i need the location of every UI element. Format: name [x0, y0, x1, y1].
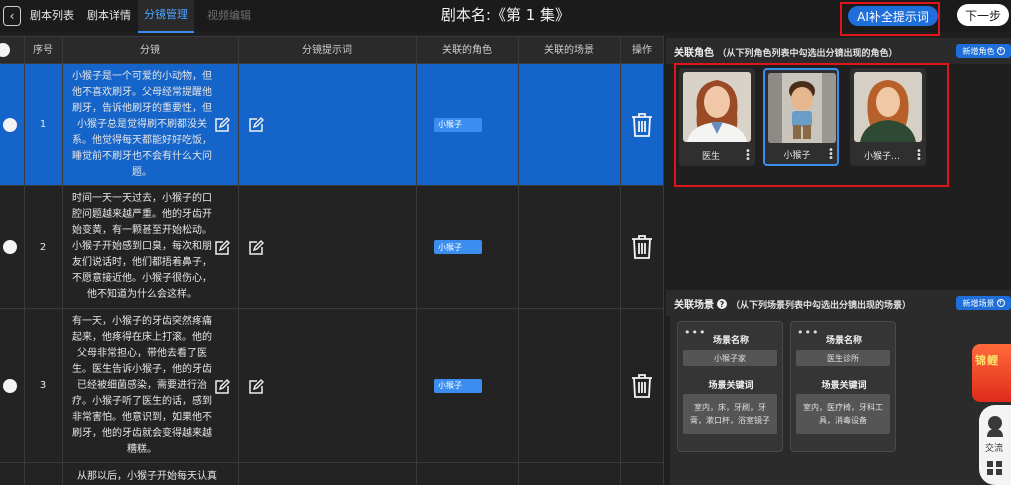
chat-float[interactable]: 交流: [979, 405, 1011, 485]
tab-script-list[interactable]: 剧本列表: [30, 0, 74, 32]
role-avatar: [768, 73, 836, 143]
scene-keyword-label: 场景关键词: [708, 381, 754, 391]
role-tag[interactable]: 小猴子: [434, 117, 482, 132]
chat-label: 交流: [985, 444, 1004, 454]
highlight-outline: [840, 2, 940, 36]
scene-name-field[interactable]: 小猴子家: [683, 350, 777, 366]
plus-icon: +: [996, 47, 1005, 55]
column-header-scenes: 关联的场景: [544, 45, 594, 56]
nav-tabs: 剧本列表 剧本详情 分镜管理 视频编辑: [30, 0, 264, 33]
scenes-section-subtitle: （从下列场景列表中勾选出分镜出现的场景）: [730, 301, 911, 311]
row-select-radio[interactable]: [3, 378, 17, 393]
scene-card[interactable]: ••• 场景名称 医生诊所 场景关键词 室内，医疗椅，牙科工具，消毒设备: [790, 321, 896, 452]
table-header: 序号 分镜 分镜提示词 关联的角色 关联的场景 操作: [0, 36, 664, 64]
scene-name-label: 场景名称: [712, 336, 749, 346]
promo-text: 锦鲤: [975, 354, 999, 367]
role-name: 小猴子…: [863, 152, 900, 162]
add-scene-button[interactable]: 新增场景 +: [956, 296, 1011, 310]
edit-icon[interactable]: [214, 379, 230, 395]
more-vertical-icon[interactable]: • • •: [828, 146, 834, 164]
delete-icon[interactable]: [631, 112, 653, 137]
chevron-left-icon: ‹: [9, 9, 15, 23]
roles-section-header: 关联角色 （从下列角色列表中勾选出分镜出现的角色） 新增角色 +: [666, 38, 1011, 64]
edit-prompt-icon[interactable]: [248, 117, 264, 133]
edit-prompt-icon[interactable]: [248, 240, 264, 256]
row-select-radio[interactable]: [3, 240, 17, 254]
next-step-button[interactable]: 下一步: [957, 4, 1009, 26]
top-bar: ‹ 剧本列表 剧本详情 分镜管理 视频编辑 剧本名:《第 1 集》 AI补全提示…: [0, 0, 1011, 36]
role-name: 医生: [701, 152, 720, 162]
plus-icon: +: [996, 299, 1005, 307]
row-index: 1: [39, 119, 47, 130]
scenes-section-header: 关联场景 ? （从下列场景列表中勾选出分镜出现的场景） 新增场景 +: [666, 290, 1011, 316]
delete-icon[interactable]: [631, 373, 653, 398]
role-card-doctor[interactable]: 医生 • • •: [679, 68, 755, 166]
promo-badge[interactable]: 锦鲤: [972, 344, 1011, 402]
add-scene-label: 新增场景: [962, 298, 995, 308]
scene-name-field[interactable]: 医生诊所: [796, 350, 890, 366]
scene-text: 小猴子是一个可爱的小动物，但他不喜欢刷牙。父母经常提醒他刷牙，告诉他刷牙的重要性…: [72, 70, 212, 178]
role-tag[interactable]: 小猴子: [434, 240, 482, 254]
column-header-roles: 关联的角色: [442, 45, 492, 56]
column-header-scene: 分镜: [140, 45, 160, 56]
select-all-radio[interactable]: [0, 43, 10, 57]
tab-video-edit[interactable]: 视频编辑: [207, 0, 251, 32]
scenes-section-title: 关联场景: [674, 300, 714, 311]
more-vertical-icon[interactable]: • • •: [916, 147, 922, 165]
help-icon[interactable]: ?: [717, 299, 728, 309]
table-row[interactable]: 从那以后，小猴子开始每天认真: [0, 463, 664, 485]
chat-icon: [987, 416, 1003, 437]
tab-storyboard[interactable]: 分镜管理: [138, 0, 194, 33]
role-name: 小猴子: [783, 151, 811, 161]
edit-icon[interactable]: [214, 117, 230, 133]
column-header-actions: 操作: [632, 45, 652, 56]
role-avatar: [683, 72, 751, 142]
scene-keyword-label: 场景关键词: [821, 381, 867, 391]
storyboard-table: 序号 分镜 分镜提示词 关联的角色 关联的场景 操作 1 小猴子是一个可爱的小动…: [0, 36, 664, 485]
back-button[interactable]: ‹: [3, 6, 21, 26]
row-index: 3: [39, 380, 47, 391]
edit-prompt-icon[interactable]: [248, 379, 264, 395]
scene-keyword-field[interactable]: 室内，医疗椅，牙科工具，消毒设备: [796, 394, 890, 434]
edit-icon[interactable]: [214, 240, 230, 256]
roles-section-title: 关联角色: [674, 48, 714, 59]
grid-icon: [987, 461, 1002, 475]
column-header-prompt: 分镜提示词: [302, 45, 352, 56]
scene-card[interactable]: ••• 场景名称 小猴子家 场景关键词 室内，床，牙刷，牙膏，漱口杯，浴室镜子: [677, 321, 783, 452]
roles-section-subtitle: （从下列角色列表中勾选出分镜出现的角色）: [717, 49, 898, 59]
scene-keyword-field[interactable]: 室内，床，牙刷，牙膏，漱口杯，浴室镜子: [683, 394, 777, 434]
role-card-monkey[interactable]: 小猴子 • • •: [763, 68, 839, 166]
scene-text: 时间一天一天过去，小猴子的口腔问题越来越严重。他的牙齿开始变黄，有一颗甚至开始松…: [72, 193, 212, 300]
column-header-index: 序号: [33, 45, 53, 56]
table-row[interactable]: 3 有一天，小猴子的牙齿突然疼痛起来，他疼得在床上打滚。他的父母非常担心，带他去…: [0, 309, 664, 463]
table-row[interactable]: 2 时间一天一天过去，小猴子的口腔问题越来越严重。他的牙齿开始变黄，有一颗甚至开…: [0, 186, 664, 309]
scene-name-label: 场景名称: [825, 336, 862, 346]
role-avatar: [854, 72, 922, 142]
row-select-radio[interactable]: [3, 117, 17, 132]
role-tag[interactable]: 小猴子: [434, 378, 482, 393]
scene-text: 有一天，小猴子的牙齿突然疼痛起来，他疼得在床上打滚。他的父母非常担心，带他去看了…: [72, 315, 212, 455]
delete-icon[interactable]: [631, 235, 653, 259]
right-panel: 关联角色 （从下列角色列表中勾选出分镜出现的角色） 新增角色 + 医生 • • •: [666, 36, 1011, 485]
role-card-monkey-alt[interactable]: 小猴子… • • •: [850, 68, 926, 166]
scene-list: ••• 场景名称 小猴子家 场景关键词 室内，床，牙刷，牙膏，漱口杯，浴室镜子 …: [670, 316, 1011, 485]
scene-text: 从那以后，小猴子开始每天认真: [77, 471, 217, 482]
tab-script-detail[interactable]: 剧本详情: [87, 0, 131, 32]
row-index: 2: [39, 241, 47, 253]
add-role-label: 新增角色: [962, 46, 995, 56]
svg-text:?: ?: [720, 300, 725, 309]
add-role-button[interactable]: 新增角色 +: [956, 44, 1011, 58]
table-row[interactable]: 1 小猴子是一个可爱的小动物，但他不喜欢刷牙。父母经常提醒他刷牙，告诉他刷牙的重…: [0, 64, 664, 186]
more-vertical-icon[interactable]: • • •: [745, 147, 751, 165]
